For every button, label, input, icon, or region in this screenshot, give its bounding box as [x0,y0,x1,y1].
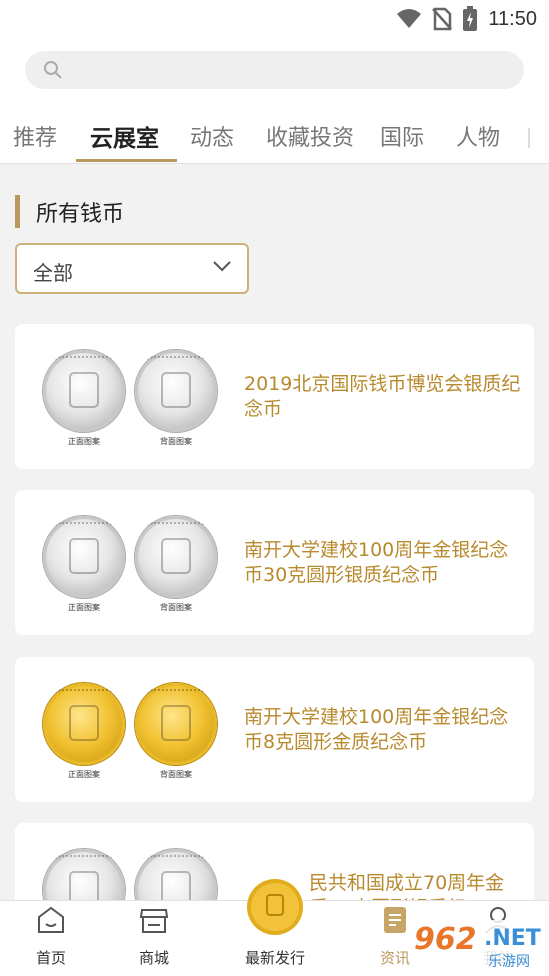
tab-international[interactable]: 国际 [380,120,424,152]
nav-new-release-label: 最新发行 [244,949,305,967]
filter-dropdown[interactable]: 全部 [15,243,249,294]
nav-home-label: 首页 [35,949,66,967]
store-icon [139,909,169,933]
coin-card[interactable]: 正面图案 背面图案 2019北京国际钱币博览会银质纪念币 [15,324,534,469]
watermark-number: 962 [414,922,477,957]
coin-card[interactable]: 正面图案 背面图案 南开大学建校100周年金银纪念币30克圆形银质纪念币 [15,490,534,635]
coin-icon [247,879,303,935]
coin-caption-back: 背面图案 [160,770,192,779]
coin-reverse [135,516,217,598]
news-icon [384,907,406,933]
watermark-site: 乐游网 [488,954,530,970]
coin-title: 2019北京国际钱币博览会银质纪念币 [244,373,521,420]
wifi-icon [397,9,422,28]
coin-obverse [43,516,125,598]
battery-charging-icon [463,6,478,31]
coin-caption-back: 背面图案 [160,437,192,446]
status-icons: 11:50 [396,6,537,32]
status-time: 11:50 [488,7,537,30]
nav-store[interactable]: 商城 [109,901,199,976]
search-input[interactable] [25,51,524,89]
tab-people[interactable]: 人物 [456,120,500,152]
coin-image: 正面图案 背面图案 [43,516,218,612]
tab-cloud-gallery[interactable]: 云展室 [90,119,159,153]
section-title: 所有钱币 [36,202,125,227]
coin-caption-front: 正面图案 [68,770,100,779]
coin-title: 南开大学建校100周年金银纪念币30克圆形银质纪念币 [244,539,509,586]
coin-image: 正面图案 背面图案 [43,683,218,779]
coin-image: 正面图案 背面图案 [43,350,218,446]
active-tab-indicator [76,159,177,162]
coin-caption-front: 正面图案 [68,437,100,446]
coin-card[interactable]: 正面图案 背面图案 南开大学建校100周年金银纪念币8克圆形金质纪念币 [15,657,534,802]
watermark-logo: 962 .NET 乐游网 [410,920,546,972]
watermark-net: .NET [484,926,541,951]
section-title-accent [15,195,20,228]
search-icon [44,61,62,79]
status-bar: 11:50 [0,0,549,38]
nav-store-label: 商城 [138,949,169,967]
tab-news-feed[interactable]: 动态 [190,120,234,152]
coin-title: 南开大学建校100周年金银纪念币8克圆形金质纪念币 [244,706,509,753]
top-area: 推荐 云展室 动态 收藏投资 国际 人物 [0,38,549,164]
no-sim-icon [432,7,453,31]
filter-selected-value: 全部 [33,261,73,285]
tab-collect-invest[interactable]: 收藏投资 [266,120,354,152]
coin-reverse [135,350,217,432]
nav-home[interactable]: 首页 [6,901,96,976]
coin-caption-back: 背面图案 [160,603,192,612]
tab-overflow-edge [528,128,549,148]
tab-recommend[interactable]: 推荐 [13,120,57,152]
coin-reverse [135,683,217,765]
nav-new-release[interactable]: 最新发行 [230,879,320,976]
tab-bar: 推荐 云展室 动态 收藏投资 国际 人物 [0,110,549,164]
home-icon [38,906,64,933]
coin-obverse [43,350,125,432]
coin-obverse [43,683,125,765]
coin-caption-front: 正面图案 [68,603,100,612]
chevron-down-icon [213,261,231,272]
